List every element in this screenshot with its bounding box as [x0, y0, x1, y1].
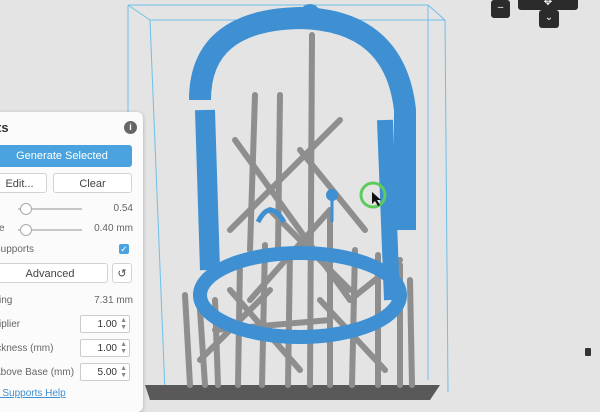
size-label: ze: [0, 223, 5, 234]
thickness-label: ickness (mm): [0, 343, 54, 354]
above-base-value: 5.00: [97, 367, 117, 378]
zoom-out-button[interactable]: –: [491, 0, 510, 18]
thickness-value: 1.00: [97, 343, 117, 354]
clear-button[interactable]: Clear: [53, 173, 132, 193]
panel-title: rts: [0, 120, 9, 135]
supports-help-link[interactable]: d Supports Help: [0, 388, 66, 399]
stepper-icon[interactable]: ▲ ▼: [120, 341, 127, 355]
spacing-label: cing: [0, 295, 13, 306]
info-icon[interactable]: i: [124, 121, 137, 134]
generate-selected-button[interactable]: Generate Selected: [0, 145, 132, 167]
thickness-input[interactable]: 1.00 ▲ ▼: [80, 339, 130, 357]
multiplier-value: 1.00: [97, 319, 117, 330]
density-value: 0.54: [113, 203, 133, 214]
density-slider-knob[interactable]: [20, 203, 32, 215]
advanced-button[interactable]: Advanced: [0, 263, 108, 283]
size-value: 0.40 mm: [94, 223, 133, 234]
edit-button[interactable]: Edit...: [0, 173, 47, 193]
multiplier-label: ltiplier: [0, 319, 21, 330]
supports-checkbox[interactable]: ✓: [119, 244, 129, 254]
view-down-button[interactable]: ⌄: [539, 10, 559, 28]
above-base-input[interactable]: 5.00 ▲ ▼: [80, 363, 130, 381]
multiplier-input[interactable]: 1.00 ▲ ▼: [80, 315, 130, 333]
above-base-label: Above Base (mm): [0, 367, 75, 378]
supports-panel: rts i Generate Selected Edit... Clear 0.…: [0, 112, 143, 412]
reset-icon[interactable]: ↺: [112, 263, 132, 283]
rotate-view-button[interactable]: ✥: [518, 0, 578, 10]
stepper-icon[interactable]: ▲ ▼: [120, 365, 127, 379]
stepper-icon[interactable]: ▲ ▼: [120, 317, 127, 331]
size-slider-knob[interactable]: [20, 224, 32, 236]
supports-label: Supports: [0, 244, 35, 255]
spacing-value: 7.31 mm: [94, 295, 133, 306]
scrollbar-handle[interactable]: [585, 348, 591, 356]
